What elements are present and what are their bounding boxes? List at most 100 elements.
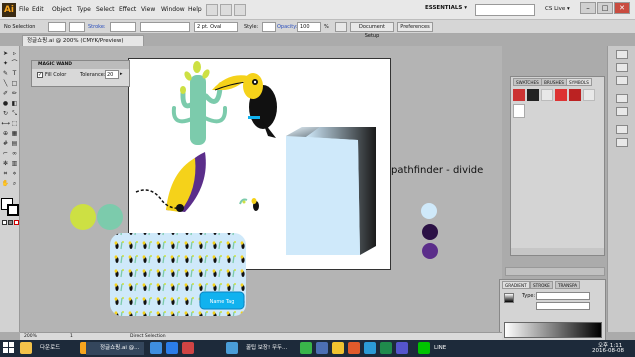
type-tool-icon[interactable]: T: [10, 70, 19, 78]
fill-dropdown[interactable]: [48, 22, 66, 32]
selection-tool-icon[interactable]: ➤: [1, 50, 10, 58]
line-tool-icon[interactable]: ╲: [1, 80, 10, 88]
scale-tool-icon[interactable]: ⤡: [10, 110, 19, 118]
kakaotalk-icon[interactable]: [332, 342, 344, 354]
menu-object[interactable]: Object: [52, 6, 72, 13]
artboard-tool-icon[interactable]: ⌗: [1, 170, 10, 178]
blob-brush-tool-icon[interactable]: ●: [1, 100, 10, 108]
menu-type[interactable]: Type: [77, 6, 91, 13]
feather-shape[interactable]: [135, 152, 206, 212]
brush-dropdown[interactable]: 2 pt. Oval: [194, 22, 238, 32]
gradient-mode-button[interactable]: [8, 220, 13, 225]
rectangle-tool-icon[interactable]: □: [10, 80, 19, 88]
artboards-panel-icon[interactable]: [616, 138, 628, 147]
layers-panel-icon[interactable]: [616, 125, 628, 134]
small-toucan-icon[interactable]: [239, 198, 259, 211]
purple-circle[interactable]: [422, 243, 438, 259]
light-blue-circle[interactable]: [421, 203, 437, 219]
screen-mode-button[interactable]: [234, 4, 246, 16]
symbol-swatch-7[interactable]: [513, 104, 525, 118]
gradient-thumbnail[interactable]: [504, 293, 514, 303]
pencil-tool-icon[interactable]: ✏: [10, 90, 19, 98]
artwork-layer[interactable]: Name Tag: [20, 46, 502, 332]
rotate-tool-icon[interactable]: ↻: [1, 110, 10, 118]
clock-date[interactable]: 2016-08-08: [592, 348, 624, 354]
stroke-color-dropdown[interactable]: [69, 22, 85, 32]
opacity-label[interactable]: Opacity:: [277, 24, 298, 30]
opacity-field[interactable]: 100: [297, 22, 321, 32]
graph-tool-icon[interactable]: ▥: [10, 160, 19, 168]
file-explorer-icon[interactable]: [150, 342, 162, 354]
document-tab[interactable]: 정글쇼핑.ai @ 200% (CMYK/Preview): [22, 35, 144, 46]
style-dropdown[interactable]: [262, 22, 276, 32]
app-icon-darkgreen[interactable]: [380, 342, 392, 354]
tolerance-input[interactable]: 20: [105, 70, 119, 79]
menu-select[interactable]: Select: [96, 6, 115, 13]
gradient-box-shape[interactable]: [286, 127, 376, 255]
maximize-button[interactable]: □: [597, 2, 613, 14]
blend-tool-icon[interactable]: ∞: [10, 150, 19, 158]
cs-live-button[interactable]: CS Live ▾: [545, 6, 570, 12]
symbol-swatch-2[interactable]: [527, 89, 539, 101]
taskbar-item-illustrator[interactable]: 정글쇼핑.ai @...: [86, 342, 144, 355]
fill-color-checkbox[interactable]: ✓: [37, 72, 43, 78]
slice-tool-icon[interactable]: ⋄: [10, 170, 19, 178]
symbol-swatch-5[interactable]: [569, 89, 581, 101]
zoom-level[interactable]: 200%: [24, 334, 37, 339]
tab-transparency[interactable]: TRANSPA: [555, 281, 581, 289]
tab-stroke[interactable]: STROKE: [530, 281, 553, 289]
green-circle[interactable]: [97, 204, 123, 230]
document-setup-icon[interactable]: [335, 22, 347, 32]
arrange-documents-button[interactable]: [220, 4, 232, 16]
menu-effect[interactable]: Effect: [119, 6, 136, 13]
bridge-button[interactable]: [206, 4, 218, 16]
tab-symbols[interactable]: SYMBOLS: [566, 78, 592, 86]
shape-builder-tool-icon[interactable]: ⊕: [1, 130, 10, 138]
gradient-tool-icon[interactable]: ▤: [10, 140, 19, 148]
gradient-slider[interactable]: [504, 322, 602, 338]
close-button[interactable]: ✕: [614, 2, 630, 14]
appearance-panel-icon[interactable]: [616, 94, 628, 103]
menu-file[interactable]: File: [19, 6, 29, 13]
width-tool-icon[interactable]: ⟷: [1, 120, 10, 128]
preferences-button[interactable]: Preferences: [397, 22, 433, 32]
hand-tool-icon[interactable]: ✋: [1, 180, 10, 188]
tolerance-arrow-icon[interactable]: ▸: [120, 70, 127, 79]
lasso-tool-icon[interactable]: ⌒: [10, 60, 19, 68]
tab-brushes[interactable]: BRUSHES: [541, 78, 567, 86]
toucan-illustration[interactable]: [212, 73, 277, 138]
align-panel-icon[interactable]: [616, 76, 628, 85]
gradient-type-select[interactable]: [536, 292, 590, 300]
eraser-tool-icon[interactable]: ◧: [10, 100, 19, 108]
direct-selection-tool-icon[interactable]: ▹: [10, 50, 19, 58]
workspace-switcher[interactable]: ESSENTIALS ▾: [425, 5, 467, 11]
gradient-angle-field[interactable]: [536, 302, 590, 310]
paintbrush-tool-icon[interactable]: ✐: [1, 90, 10, 98]
magic-wand-tool-icon[interactable]: ✦: [1, 60, 10, 68]
zoom-tool-icon[interactable]: ⌕: [10, 180, 19, 188]
edge-icon[interactable]: [166, 342, 178, 354]
symbol-swatch-3[interactable]: [541, 89, 553, 101]
free-transform-tool-icon[interactable]: ⬚: [10, 120, 19, 128]
mesh-tool-icon[interactable]: #: [1, 140, 10, 148]
lime-circle[interactable]: [70, 204, 96, 230]
app-icon-green[interactable]: [300, 342, 312, 354]
app-icon-indigo[interactable]: [396, 342, 408, 354]
symbol-swatch-6[interactable]: [583, 89, 595, 101]
menu-help[interactable]: Help: [188, 6, 202, 13]
app-icon-orange[interactable]: [348, 342, 360, 354]
color-mode-button[interactable]: [2, 220, 7, 225]
pen-tool-icon[interactable]: ✎: [1, 70, 10, 78]
tab-gradient[interactable]: GRADIENT: [502, 281, 530, 289]
windows-start-icon[interactable]: [3, 342, 16, 355]
symbol-swatch-1[interactable]: [513, 89, 525, 101]
stroke-label[interactable]: Stroke:: [88, 24, 106, 30]
color-panel-icon[interactable]: [616, 50, 628, 59]
help-search-input[interactable]: [475, 4, 535, 16]
perspective-grid-tool-icon[interactable]: ▦: [10, 130, 19, 138]
app-icon-cyan[interactable]: [364, 342, 376, 354]
tab-swatches[interactable]: SWATCHES: [513, 78, 542, 86]
symbol-sprayer-tool-icon[interactable]: ✻: [1, 160, 10, 168]
menu-edit[interactable]: Edit: [32, 6, 44, 13]
dark-purple-circle[interactable]: [422, 224, 438, 240]
